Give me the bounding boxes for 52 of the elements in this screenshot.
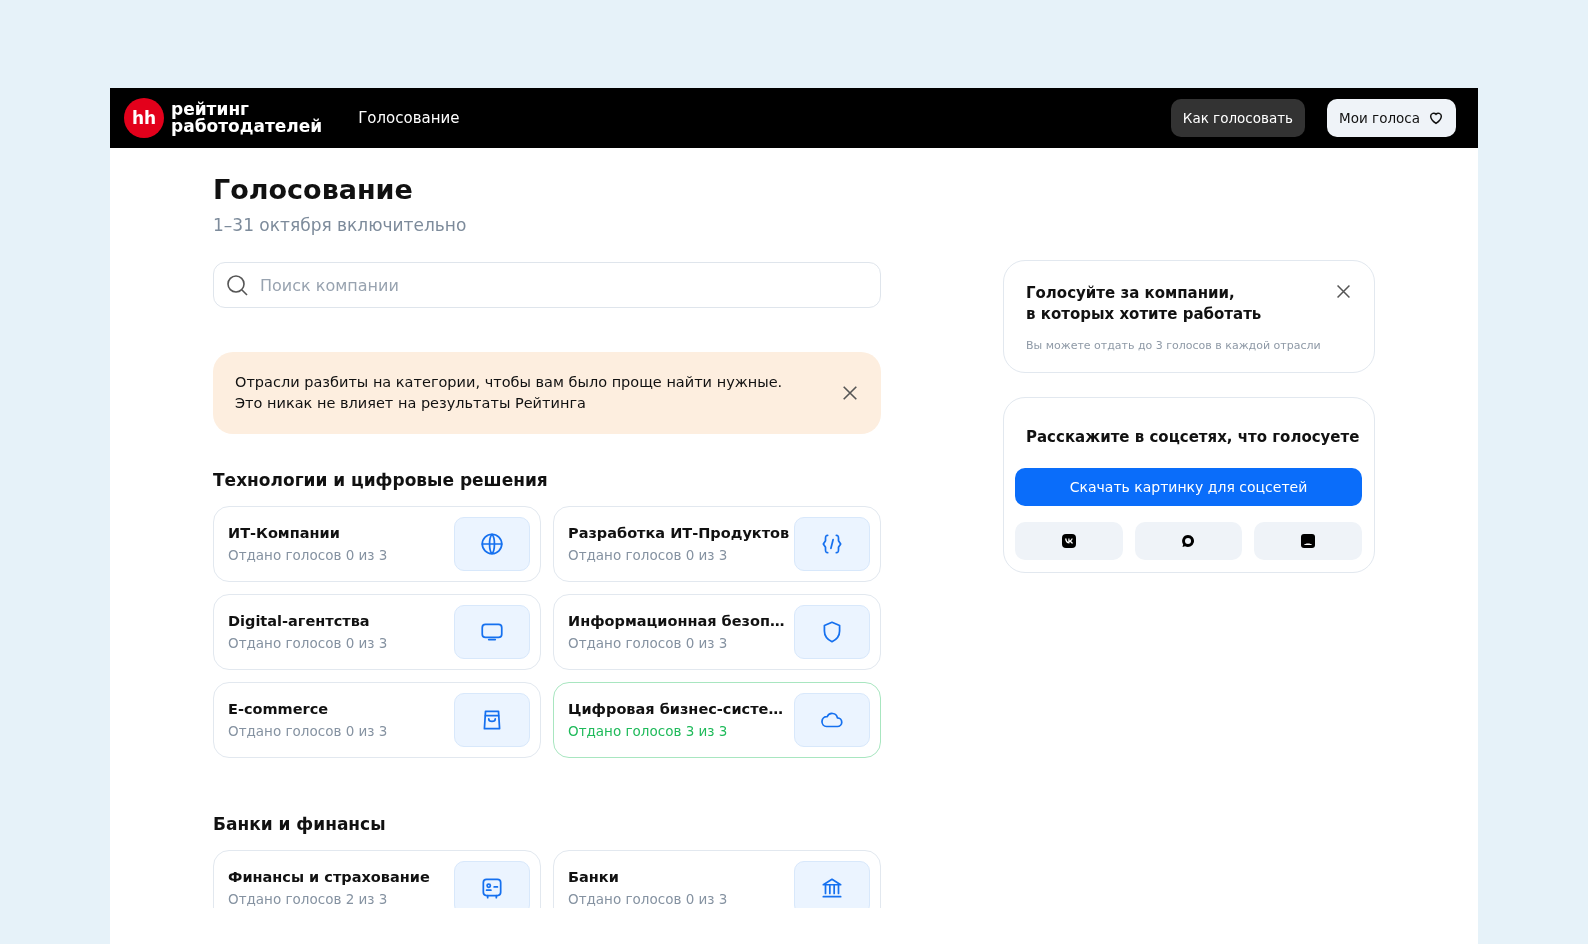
- search-field[interactable]: Поиск компании: [213, 262, 881, 308]
- category-name: Цифровая бизнес-систе…: [568, 701, 784, 717]
- vote-count: Отдано голосов 0 из 3: [568, 547, 729, 563]
- close-button[interactable]: [841, 384, 859, 402]
- close-icon: [1335, 283, 1352, 300]
- vote-count: Отдано голосов 0 из 3: [568, 635, 729, 651]
- globe-icon: [479, 531, 505, 557]
- share-button[interactable]: [1015, 522, 1123, 560]
- share-button[interactable]: [1254, 522, 1362, 560]
- download-image-button[interactable]: Скачать картинку для соцсетей: [1015, 468, 1362, 506]
- id-card-icon: [479, 875, 505, 901]
- search-icon: [225, 273, 249, 297]
- vote-count: Отдано голосов 2 из 3: [228, 891, 389, 907]
- vote-count: Отдано голосов 0 из 3: [228, 723, 389, 739]
- category-name: ИТ-Компании: [228, 525, 341, 541]
- my-votes-button[interactable]: Мои голоса: [1327, 99, 1456, 137]
- info-note: Вы можете отдать до 3 голосов в каждой отрасли: [1026, 339, 1322, 352]
- logo-text: рейтинг работодателей: [171, 101, 323, 135]
- category-card[interactable]: Digital-агентства Отдано голосов 0 из 3: [213, 594, 541, 670]
- category-card[interactable]: Цифровая бизнес-систе… Отдано голосов 3 из 3: [553, 682, 881, 758]
- category-name: Разработка ИТ-Продуктов: [568, 525, 791, 541]
- close-button[interactable]: [1335, 283, 1352, 300]
- vote-count: Отдано голосов 3 из 3: [568, 723, 729, 739]
- category-card[interactable]: Финансы и страхование Отдано голосов 2 из 3: [213, 850, 541, 908]
- share-title: Расскажите в соцсетях, что голосуете: [1026, 428, 1361, 446]
- profile-square-icon: [1301, 534, 1316, 548]
- category-card[interactable]: Разработка ИТ-Продуктов Отдано голосов 0 из 3: [553, 506, 881, 582]
- section-title: Банки и финансы: [213, 814, 387, 834]
- category-name: E-commerce: [228, 701, 330, 717]
- category-card[interactable]: Информационная безоп… Отдано голосов 0 из 3: [553, 594, 881, 670]
- how-to-vote-button[interactable]: Как голосовать: [1170, 99, 1306, 137]
- category-card[interactable]: E-commerce Отдано голосов 0 из 3: [213, 682, 541, 758]
- vote-count: Отдано голосов 0 из 3: [228, 635, 389, 651]
- category-name: Финансы и страхование: [228, 869, 431, 885]
- vote-count: Отдано голосов 0 из 3: [568, 891, 729, 907]
- page-title: Голосование: [213, 174, 414, 205]
- page-subtitle: 1–31 октября включительно: [213, 215, 468, 235]
- category-card[interactable]: ИТ-Компании Отдано голосов 0 из 3: [213, 506, 541, 582]
- section-title: Технологии и цифровые решения: [213, 470, 549, 490]
- category-card[interactable]: Банки Отдано голосов 0 из 3: [553, 850, 881, 908]
- logo-mark[interactable]: hh: [124, 98, 164, 138]
- vote-count: Отдано голосов 0 из 3: [228, 547, 389, 563]
- close-icon: [841, 384, 859, 402]
- nav-link[interactable]: Голосование: [358, 109, 460, 127]
- category-name: Digital-агентства: [228, 613, 371, 629]
- category-name: Банки: [568, 869, 620, 885]
- chat-bubble-icon: [1181, 534, 1196, 548]
- info-title: Голосуйте за компании, в которых хотите работать: [1026, 283, 1262, 325]
- heart-icon: [1428, 110, 1444, 126]
- notice-text: Отрасли разбиты на категории, чтобы вам было проще найти нужные. Это никак не влияет на результаты Рейтинга: [235, 373, 784, 413]
- category-name: Информационная безоп…: [568, 613, 786, 629]
- vk-icon: [1061, 534, 1076, 548]
